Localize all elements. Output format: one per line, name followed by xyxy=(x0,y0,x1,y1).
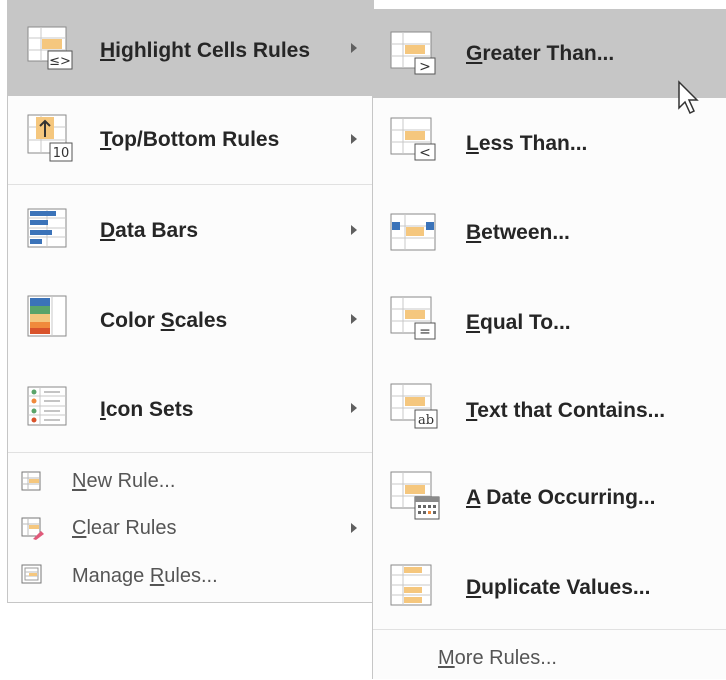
a-date-occurring-icon xyxy=(390,471,440,520)
new-rule-icon xyxy=(21,471,41,491)
menu-item-color-scales[interactable]: Color Scales xyxy=(8,274,373,363)
submenu-item-between[interactable]: Between... xyxy=(373,187,726,275)
submenu-item-label: Less Than... xyxy=(466,132,588,155)
menu-item-highlight-cells-rules[interactable]: ≤> Highlight Cells Rules xyxy=(8,1,373,96)
submenu-item-label: More Rules... xyxy=(438,647,557,669)
menu-item-data-bars[interactable]: Data Bars xyxy=(8,185,373,274)
submenu-item-label: Between... xyxy=(466,221,570,244)
submenu-item-label: Equal To... xyxy=(466,311,571,334)
highlight-cells-rules-icon: ≤> xyxy=(27,26,73,70)
menu-item-label: Icon Sets xyxy=(100,398,194,421)
less-than-icon: < xyxy=(390,117,436,161)
submenu-item-text-that-contains[interactable]: ab Text that Contains... xyxy=(373,364,726,452)
svg-text:ab: ab xyxy=(418,413,434,428)
submenu-arrow-icon xyxy=(351,314,357,324)
menu-item-label: Data Bars xyxy=(100,219,199,242)
highlight-cells-rules-submenu: > Greater Than... < Less Than... Between… xyxy=(372,9,726,679)
submenu-item-more-rules[interactable]: More Rules... xyxy=(373,630,726,680)
text-that-contains-icon: ab xyxy=(390,383,438,429)
svg-text:<: < xyxy=(419,145,431,161)
color-scales-icon xyxy=(27,295,67,337)
submenu-arrow-icon xyxy=(351,43,357,53)
submenu-item-duplicate-values[interactable]: Duplicate Values... xyxy=(373,541,726,629)
menu-item-icon-sets[interactable]: Icon Sets xyxy=(8,363,373,452)
menu-item-manage-rules[interactable]: Manage Rules... xyxy=(8,552,373,598)
menu-item-label: Color Scales xyxy=(100,309,228,332)
submenu-item-label: Text that Contains... xyxy=(466,399,666,422)
menu-item-label: New Rule... xyxy=(72,470,176,492)
svg-text:≤>: ≤> xyxy=(49,54,71,69)
submenu-item-label: Duplicate Values... xyxy=(466,576,651,599)
submenu-item-label: Greater Than... xyxy=(466,42,615,65)
between-icon xyxy=(390,213,436,251)
icon-sets-icon xyxy=(27,386,67,426)
greater-than-icon: > xyxy=(390,31,436,75)
menu-item-label: Top/Bottom Rules xyxy=(100,128,280,151)
data-bars-icon xyxy=(27,208,67,248)
conditional-formatting-menu: ≤> Highlight Cells Rules 10 Top/Bottom R… xyxy=(7,0,374,603)
top-bottom-rules-icon: 10 xyxy=(27,114,73,162)
submenu-item-equal-to[interactable]: = Equal To... xyxy=(373,275,726,364)
clear-rules-icon xyxy=(21,517,44,540)
submenu-arrow-icon xyxy=(351,225,357,235)
svg-text:10: 10 xyxy=(53,146,70,161)
menu-item-new-rule[interactable]: New Rule... xyxy=(8,460,373,505)
menu-item-clear-rules[interactable]: Clear Rules xyxy=(8,505,373,552)
svg-text:>: > xyxy=(419,59,431,75)
submenu-item-greater-than[interactable]: > Greater Than... xyxy=(373,10,726,115)
duplicate-values-icon xyxy=(390,564,432,606)
menu-item-label: Manage Rules... xyxy=(72,565,218,587)
equal-to-icon: = xyxy=(390,296,436,340)
submenu-item-label: A Date Occurring... xyxy=(466,486,656,509)
svg-text:=: = xyxy=(419,324,431,340)
submenu-item-a-date-occurring[interactable]: A Date Occurring... xyxy=(373,452,726,541)
submenu-item-less-than[interactable]: < Less Than... xyxy=(373,98,726,187)
submenu-arrow-icon xyxy=(351,134,357,144)
menu-item-label: Clear Rules xyxy=(72,517,177,539)
submenu-arrow-icon xyxy=(351,523,357,533)
submenu-arrow-icon xyxy=(351,403,357,413)
menu-item-top-bottom-rules[interactable]: 10 Top/Bottom Rules xyxy=(8,96,373,184)
manage-rules-icon xyxy=(21,564,42,584)
menu-item-label: Highlight Cells Rules xyxy=(100,39,311,62)
